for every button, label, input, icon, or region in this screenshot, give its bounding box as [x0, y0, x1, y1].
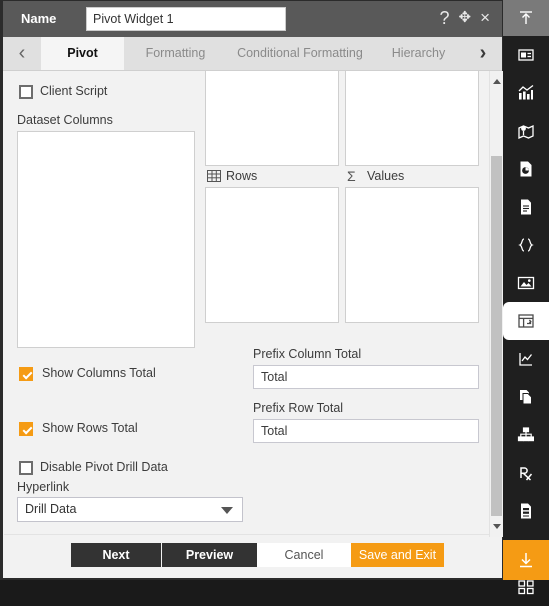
chevron-down-icon	[221, 507, 233, 514]
panel-icon[interactable]	[503, 36, 549, 74]
hyperlink-label: Hyperlink	[17, 480, 70, 494]
dataset-columns-label: Dataset Columns	[17, 113, 113, 127]
pivot-widget-icon[interactable]	[503, 302, 549, 340]
collapse-up-icon[interactable]	[503, 0, 549, 36]
name-label: Name	[21, 11, 57, 26]
values-zone-label: Values	[367, 169, 405, 183]
widget-editor-dialog: Name Pivot Widget 1 ? ✥ × ‹ Pivot Format…	[0, 0, 503, 580]
help-icon[interactable]: ?	[439, 8, 449, 28]
client-script-checkbox[interactable]	[19, 85, 33, 99]
copy-icon[interactable]	[503, 378, 549, 416]
tabs-scroll-right-icon[interactable]: ›	[464, 37, 502, 70]
prescription-icon[interactable]	[503, 454, 549, 492]
show-columns-total-checkbox[interactable]	[19, 367, 33, 381]
hierarchy-icon[interactable]	[503, 416, 549, 454]
next-button[interactable]: Next	[71, 543, 161, 567]
tab-hierarchy[interactable]: Hierarchy	[373, 37, 464, 70]
prefix-row-total-label: Prefix Row Total	[253, 401, 344, 415]
show-rows-total-label: Show Rows Total	[42, 421, 138, 435]
show-rows-total-checkbox[interactable]	[19, 422, 33, 436]
document-icon[interactable]	[503, 188, 549, 226]
tab-pivot[interactable]: Pivot	[41, 37, 125, 70]
hyperlink-selected-value: Drill Data	[25, 502, 77, 516]
image-icon[interactable]	[503, 264, 549, 302]
hyperlink-select[interactable]: Drill Data	[17, 497, 243, 522]
line-chart-icon[interactable]	[503, 340, 549, 378]
client-script-label: Client Script	[40, 84, 108, 98]
map-icon[interactable]	[503, 112, 549, 150]
app-root: Name Pivot Widget 1 ? ✥ × ‹ Pivot Format…	[0, 0, 549, 595]
rows-zone-label: Rows	[226, 169, 258, 183]
values-dropzone[interactable]	[345, 187, 479, 323]
dialog-titlebar: Name Pivot Widget 1 ? ✥ ×	[3, 1, 502, 37]
tab-list: Pivot Formatting Conditional Formatting …	[41, 37, 464, 70]
filters-dropzone[interactable]	[205, 71, 339, 166]
prefix-column-total-input[interactable]: Total	[253, 365, 479, 389]
show-columns-total-label: Show Columns Total	[42, 366, 156, 380]
close-icon[interactable]: ×	[480, 8, 490, 28]
prefix-column-total-label: Prefix Column Total	[253, 347, 362, 361]
tab-conditional-formatting[interactable]: Conditional Formatting	[227, 37, 373, 70]
panel-scrollbar[interactable]	[489, 71, 503, 537]
download-icon[interactable]	[503, 540, 549, 580]
pivot-settings-panel: Client Script Dataset Columns Rows Σ Val…	[4, 71, 489, 537]
prefix-row-total-input[interactable]: Total	[253, 419, 479, 443]
report-icon[interactable]	[503, 150, 549, 188]
tabs-scroll-left-icon[interactable]: ‹	[3, 37, 41, 70]
scrollbar-thumb[interactable]	[491, 156, 502, 516]
chart-icon[interactable]	[503, 74, 549, 112]
rows-dropzone[interactable]	[205, 187, 339, 323]
columns-dropzone[interactable]	[345, 71, 479, 166]
table-icon	[207, 169, 221, 186]
scroll-down-icon[interactable]	[493, 524, 501, 529]
sigma-icon: Σ	[347, 168, 356, 184]
preview-button[interactable]: Preview	[162, 543, 257, 567]
move-icon[interactable]: ✥	[458, 8, 471, 28]
scroll-up-icon[interactable]	[493, 79, 501, 84]
widget-name-input[interactable]: Pivot Widget 1	[86, 7, 286, 31]
titlebar-controls: ? ✥ ×	[439, 8, 490, 28]
tab-formatting[interactable]: Formatting	[124, 37, 227, 70]
dialog-footer: Next Preview Cancel Save and Exit	[4, 534, 489, 576]
save-and-exit-button[interactable]: Save and Exit	[351, 543, 444, 567]
disable-pivot-drill-checkbox[interactable]	[19, 461, 33, 475]
tab-bar: ‹ Pivot Formatting Conditional Formattin…	[3, 37, 502, 71]
form-icon[interactable]	[503, 492, 549, 530]
dataset-columns-listbox[interactable]	[17, 131, 195, 348]
code-braces-icon[interactable]	[503, 226, 549, 264]
right-toolbar	[503, 0, 549, 595]
cancel-button[interactable]: Cancel	[257, 543, 351, 567]
disable-pivot-drill-label: Disable Pivot Drill Data	[40, 460, 168, 474]
